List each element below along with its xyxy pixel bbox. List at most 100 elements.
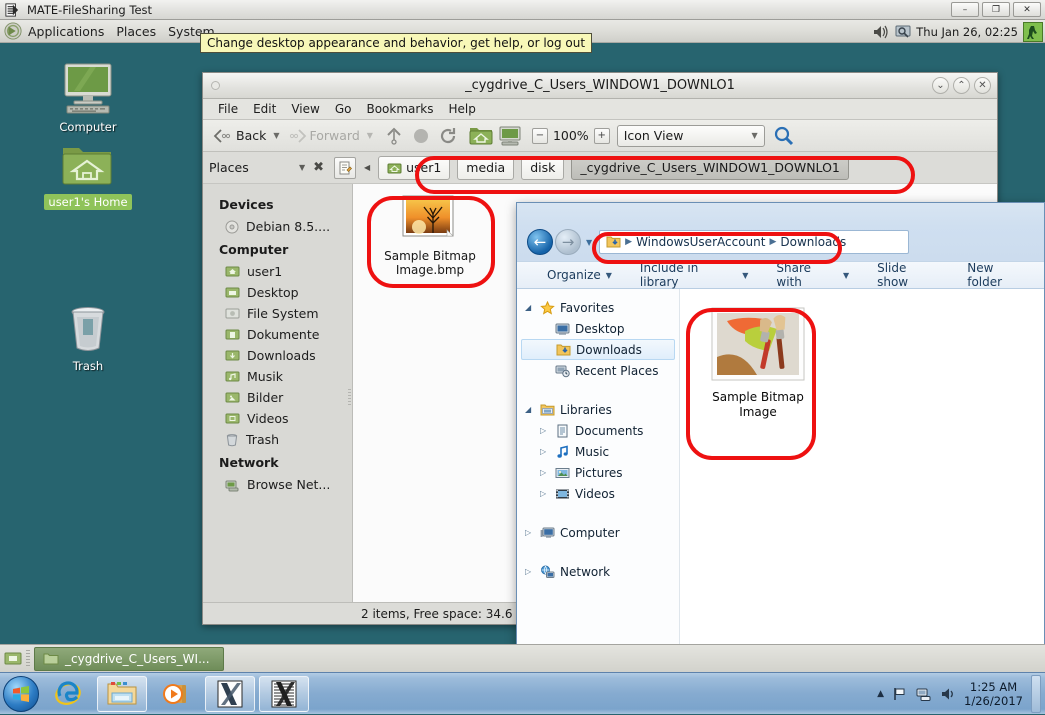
tree-item-libraries[interactable]: ◢ Libraries <box>517 399 679 420</box>
new-folder-button[interactable]: New folder <box>953 261 1044 289</box>
expander-closed-icon[interactable]: ▷ <box>540 468 550 477</box>
tree-item-documents[interactable]: ▷ Documents <box>517 420 679 441</box>
tree-item-downloads[interactable]: Downloads <box>521 339 675 360</box>
back-arrow-icon[interactable]: ← <box>527 229 553 255</box>
breadcrumb-current[interactable]: _cygdrive_C_Users_WINDOW1_DOWNLO1 <box>571 155 849 180</box>
menu-help[interactable]: Help <box>442 101 483 117</box>
show-desktop-icon[interactable] <box>4 650 22 668</box>
maximize-icon[interactable]: ⌃ <box>953 77 970 94</box>
mate-logo-icon[interactable] <box>4 22 22 40</box>
sidebar-item-trash[interactable]: Trash <box>203 429 352 450</box>
share-with-button[interactable]: Share with ▼ <box>762 261 863 289</box>
logout-icon[interactable] <box>1023 21 1043 42</box>
sidebar-item-browse-network[interactable]: Browse Net... <box>203 474 352 495</box>
zoom-in-button[interactable]: + <box>593 127 610 144</box>
edit-location-icon[interactable] <box>334 156 357 179</box>
explorer-address-bar[interactable]: ▶ WindowsUserAccount ▶ Downloads <box>599 230 910 254</box>
caja-file-item[interactable]: Sample Bitmap Image.bmp <box>375 194 485 277</box>
breadcrumb-user1[interactable]: user1 <box>378 155 451 180</box>
windows-start-icon[interactable] <box>3 675 39 712</box>
slide-show-button[interactable]: Slide show <box>863 261 953 289</box>
up-arrow-icon[interactable] <box>382 125 406 147</box>
show-desktop-button[interactable] <box>1031 675 1041 713</box>
menu-go[interactable]: Go <box>328 101 359 117</box>
expander-closed-icon[interactable]: ▷ <box>525 567 535 576</box>
forward-arrow-icon[interactable]: → <box>555 229 581 255</box>
explorer-breadcrumb-user[interactable]: WindowsUserAccount <box>636 235 765 249</box>
computer-icon[interactable] <box>497 125 523 147</box>
chevron-down-icon[interactable]: ▼ <box>299 163 305 172</box>
minimize-icon[interactable]: ⌄ <box>932 77 949 94</box>
taskbar-grip[interactable] <box>26 649 30 668</box>
sidebar-item-bilder[interactable]: Bilder <box>203 387 352 408</box>
tree-item-desktop[interactable]: Desktop <box>517 318 679 339</box>
screensaver-icon[interactable] <box>895 24 911 40</box>
sidebar-item-filesystem[interactable]: File System <box>203 303 352 324</box>
sidebar-item-user1[interactable]: user1 <box>203 261 352 282</box>
network-icon[interactable] <box>916 686 932 702</box>
tree-item-music[interactable]: ▷ Music <box>517 441 679 462</box>
stop-icon[interactable] <box>409 125 433 147</box>
home-icon[interactable] <box>468 125 494 147</box>
restore-button[interactable]: ❐ <box>982 2 1010 17</box>
recent-pages-icon[interactable]: ▼ <box>583 238 595 247</box>
windows-clock[interactable]: 1:25 AM 1/26/2017 <box>964 680 1023 708</box>
reload-icon[interactable] <box>436 125 460 147</box>
menu-file[interactable]: File <box>211 101 245 117</box>
action-center-flag-icon[interactable] <box>892 686 908 702</box>
zoom-out-button[interactable]: − <box>531 127 548 144</box>
menu-edit[interactable]: Edit <box>246 101 283 117</box>
sidebar-resize-handle[interactable] <box>348 389 351 405</box>
sidebar-item-videos[interactable]: Videos <box>203 408 352 429</box>
expander-closed-icon[interactable]: ▷ <box>525 528 535 537</box>
explorer-file-item[interactable]: Sample Bitmap Image <box>702 307 814 420</box>
desktop-icon-trash[interactable]: Trash <box>38 303 138 374</box>
organize-button[interactable]: Organize ▼ <box>533 268 626 282</box>
menu-applications[interactable]: Applications <box>22 22 110 41</box>
view-mode-select[interactable]: Icon View ▼ <box>616 124 765 147</box>
taskbar-icon-internet-explorer[interactable] <box>43 676 93 712</box>
minimize-button[interactable]: – <box>951 2 979 17</box>
sidebar-item-musik[interactable]: Musik <box>203 366 352 387</box>
breadcrumb-scroll-left-icon[interactable]: ◀ <box>360 157 374 179</box>
volume-icon[interactable] <box>940 686 956 702</box>
breadcrumb-media[interactable]: media <box>457 155 515 180</box>
taskbar-item-caja[interactable]: _cygdrive_C_Users_WI... <box>34 646 224 671</box>
expander-closed-icon[interactable]: ▷ <box>540 426 550 435</box>
sidebar-item-debian[interactable]: Debian 8.5.... <box>203 216 352 237</box>
explorer-breadcrumb-downloads[interactable]: Downloads <box>780 235 846 249</box>
taskbar-icon-xming[interactable] <box>205 675 255 712</box>
tree-item-pictures[interactable]: ▷ Pictures <box>517 462 679 483</box>
taskbar-icon-xlaunch[interactable] <box>259 675 309 712</box>
tree-item-recent-places[interactable]: Recent Places <box>517 360 679 381</box>
tree-item-computer[interactable]: ▷ Computer <box>517 522 679 543</box>
close-button[interactable]: ✕ <box>1013 2 1041 17</box>
expander-closed-icon[interactable]: ▷ <box>540 447 550 456</box>
tree-item-favorites[interactable]: ◢ Favorites <box>517 297 679 318</box>
sidebar-item-dokumente[interactable]: Dokumente <box>203 324 352 345</box>
mate-panel-clock[interactable]: Thu Jan 26, 02:25 <box>916 25 1018 39</box>
expander-open-icon[interactable]: ◢ <box>525 303 535 312</box>
explorer-file-list[interactable]: Sample Bitmap Image <box>680 289 1044 671</box>
window-menu-dot-icon[interactable] <box>211 81 220 90</box>
search-icon[interactable] <box>772 125 796 147</box>
taskbar-icon-file-explorer[interactable] <box>97 675 147 712</box>
menu-view[interactable]: View <box>284 101 326 117</box>
volume-icon[interactable] <box>872 24 890 40</box>
menu-bookmarks[interactable]: Bookmarks <box>359 101 440 117</box>
back-button[interactable]: Back <box>209 126 270 146</box>
close-icon[interactable]: ✕ <box>974 77 991 94</box>
forward-button[interactable]: Forward <box>283 126 364 146</box>
menu-places[interactable]: Places <box>110 22 162 41</box>
caja-titlebar[interactable]: _cygdrive_C_Users_WINDOW1_DOWNLO1 ⌄ ⌃ ✕ <box>203 73 997 99</box>
window-menu-icon[interactable] <box>5 2 19 17</box>
back-dropdown-icon[interactable]: ▼ <box>273 131 279 140</box>
show-hidden-icons-icon[interactable]: ▲ <box>877 689 884 699</box>
expander-closed-icon[interactable]: ▷ <box>540 489 550 498</box>
breadcrumb-disk[interactable]: disk <box>521 155 565 180</box>
sidebar-item-downloads[interactable]: Downloads <box>203 345 352 366</box>
include-in-library-button[interactable]: Include in library ▼ <box>626 261 762 289</box>
desktop-icon-computer[interactable]: Computer <box>38 62 138 135</box>
close-sidebar-icon[interactable]: ✖ <box>313 160 324 175</box>
sidebar-item-desktop[interactable]: Desktop <box>203 282 352 303</box>
